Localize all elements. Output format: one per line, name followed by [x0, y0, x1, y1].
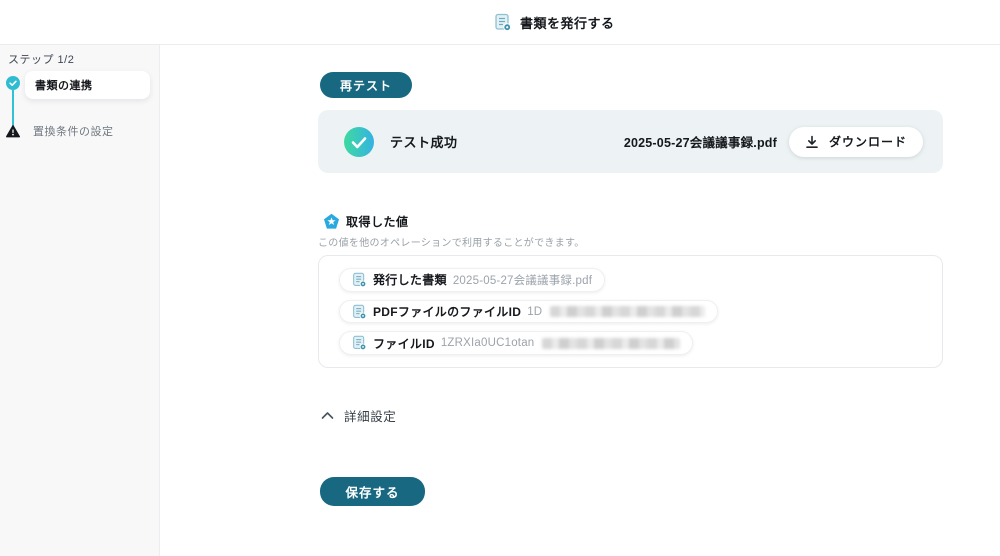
sidebar-step-replace-conditions[interactable]: 置換条件の設定	[33, 123, 114, 139]
step-connector-line	[12, 89, 14, 126]
value-text: 2025-05-27会議議事録.pdf	[452, 274, 593, 287]
step-label: 書類の連携	[35, 80, 93, 92]
obtained-values-description: この値を他のオペレーションで利用することができます。	[318, 238, 585, 249]
sidebar-step-document-link[interactable]: 書類の連携	[25, 71, 150, 99]
obtained-values-card: 発行した書類 2025-05-27会議議事録.pdf PDFファイルのファイルI…	[318, 255, 943, 368]
obtained-values-title: 取得した値	[346, 215, 409, 229]
page-title: 書類を発行する	[520, 16, 615, 31]
document-icon	[353, 335, 367, 351]
obtained-values-header: 取得した値	[323, 213, 409, 230]
document-icon	[353, 272, 367, 287]
result-file-name: 2025-05-27会議議事録.pdf	[623, 136, 777, 150]
step-complete-check-icon	[6, 76, 20, 90]
main-content: 再テスト テスト成功 2025-05-27会議議事録.pdf ダウンロード 取得…	[161, 45, 1000, 556]
value-label: ファイルID	[373, 336, 435, 351]
value-chip-issued-document[interactable]: 発行した書類 2025-05-27会議議事録.pdf	[339, 268, 606, 292]
advanced-settings-label: 詳細設定	[344, 410, 397, 424]
value-label: PDFファイルのファイルID	[373, 305, 522, 319]
advanced-settings-toggle[interactable]: 詳細設定	[321, 406, 396, 425]
header-title-group: 書類を発行する	[494, 0, 615, 45]
header: 書類を発行する	[0, 0, 1000, 45]
step-warning-icon	[6, 125, 20, 138]
value-label: 発行した書類	[373, 273, 447, 288]
value-text: 1ZRXIa0UC1otan	[440, 337, 535, 350]
value-text: 1D	[527, 305, 543, 318]
value-chip-pdf-file-id[interactable]: PDFファイルのファイルID 1D	[339, 299, 719, 324]
test-status-text: テスト成功	[390, 135, 458, 150]
document-issue-icon	[495, 13, 512, 32]
chevron-up-icon	[321, 412, 334, 419]
document-icon	[353, 304, 367, 319]
app-window: 書類を発行する ステップ 1/2 書類の連携 置換条件の設定 再テスト テスト成…	[0, 0, 1000, 556]
download-button-label: ダウンロード	[828, 135, 907, 149]
star-badge-icon	[324, 213, 339, 229]
sidebar: ステップ 1/2 書類の連携 置換条件の設定	[0, 45, 160, 556]
success-check-icon	[344, 126, 374, 157]
download-button[interactable]: ダウンロード	[788, 126, 923, 157]
redacted-value-block	[542, 337, 681, 349]
test-result-card: テスト成功 2025-05-27会議議事録.pdf ダウンロード	[318, 110, 943, 173]
redacted-value-block	[550, 306, 706, 317]
step-label: 置換条件の設定	[33, 126, 114, 138]
value-chip-file-id[interactable]: ファイルID 1ZRXIa0UC1otan	[339, 331, 694, 356]
download-icon	[806, 135, 818, 148]
save-button[interactable]: 保存する	[320, 477, 425, 506]
step-counter: ステップ 1/2	[8, 54, 75, 66]
retest-button[interactable]: 再テスト	[320, 72, 413, 98]
